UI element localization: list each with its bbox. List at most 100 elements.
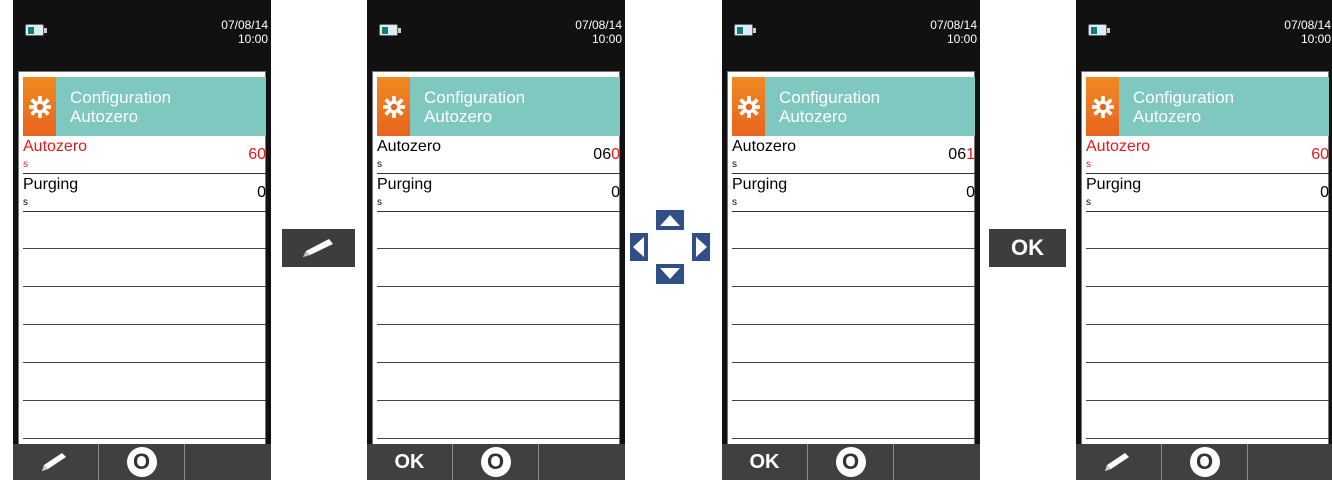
active-digit: 1 [966, 146, 975, 163]
edit-softkey[interactable] [1076, 444, 1162, 480]
blank-softkey[interactable] [185, 444, 271, 480]
device-screen-3: 07/08/14 10:00 Configuration Autozero Au… [722, 0, 980, 480]
power-icon: O [126, 447, 157, 477]
row-unit: s [377, 159, 382, 170]
menu-header: Configuration Autozero [23, 77, 266, 136]
row-label: Autozero [732, 138, 797, 155]
parameter-row-autozero[interactable]: Autozero s 061 [732, 138, 975, 174]
parameter-row-purging[interactable]: Purging s 0 [377, 176, 620, 212]
divider [23, 286, 266, 287]
power-icon: O [835, 447, 866, 477]
power-softkey[interactable]: O [99, 444, 185, 480]
edit-softkey[interactable] [13, 444, 99, 480]
row-value: 0 [611, 184, 620, 201]
softkey-bar: OK O [722, 444, 980, 480]
divider [377, 438, 620, 439]
parameter-row-purging[interactable]: Purging s 0 [23, 176, 266, 212]
row-label: Autozero [377, 138, 442, 155]
pencil-icon [41, 453, 66, 471]
date: 07/08/14 [575, 18, 622, 32]
row-value[interactable]: 061 [948, 146, 975, 164]
divider [377, 400, 620, 401]
power-softkey[interactable]: O [808, 444, 894, 480]
parameter-row-purging[interactable]: Purging s 0 [732, 176, 975, 212]
divider [1086, 362, 1329, 363]
device-screen-1: 07/08/14 10:00 Configuration Autozero Au… [13, 0, 271, 480]
datetime: 07/08/14 10:00 [1284, 18, 1331, 46]
softkey-bar: O [13, 444, 271, 480]
device-screen-2: 07/08/14 10:00 Configuration Autozero Au… [367, 0, 625, 480]
menu-panel: Configuration Autozero Autozero s 060 Pu… [372, 71, 620, 480]
battery-icon [25, 24, 47, 36]
time: 10:00 [237, 32, 268, 46]
row-label: Autozero [1086, 138, 1151, 155]
dpad-icon[interactable] [624, 207, 716, 287]
row-value: 0 [257, 184, 266, 201]
divider [1086, 286, 1329, 287]
time: 10:00 [1300, 32, 1331, 46]
date: 07/08/14 [930, 18, 977, 32]
menu-header: Configuration Autozero [732, 77, 975, 136]
divider [377, 286, 620, 287]
divider [732, 248, 975, 249]
power-icon: O [1189, 447, 1220, 477]
menu-panel: Configuration Autozero Autozero s 061 Pu… [727, 71, 975, 480]
row-unit: s [1086, 159, 1091, 170]
row-unit: s [732, 197, 737, 208]
row-label: Purging [377, 176, 433, 193]
row-value: 0 [1320, 184, 1329, 201]
blank-softkey[interactable] [1248, 444, 1332, 480]
power-softkey[interactable]: O [453, 444, 539, 480]
blank-softkey[interactable] [539, 444, 625, 480]
datetime: 07/08/14 10:00 [930, 18, 977, 46]
gear-icon [23, 77, 56, 136]
softkey-bar: OK O [367, 444, 625, 480]
row-label: Autozero [23, 138, 88, 155]
divider [732, 438, 975, 439]
active-digit: 0 [611, 146, 620, 163]
datetime: 07/08/14 10:00 [221, 18, 268, 46]
divider [23, 438, 266, 439]
divider [23, 324, 266, 325]
ok-key[interactable]: OK [989, 229, 1066, 267]
ok-softkey[interactable]: OK [367, 444, 453, 480]
divider [732, 324, 975, 325]
parameter-row-autozero[interactable]: Autozero s 060 [377, 138, 620, 174]
power-icon: O [480, 447, 511, 477]
divider [23, 362, 266, 363]
divider [377, 248, 620, 249]
parameter-row-purging[interactable]: Purging s 0 [1086, 176, 1329, 212]
row-unit: s [1086, 197, 1091, 208]
divider [732, 400, 975, 401]
pencil-icon [302, 239, 333, 257]
row-unit: s [23, 197, 28, 208]
divider [377, 324, 620, 325]
divider [732, 362, 975, 363]
row-value[interactable]: 060 [593, 146, 620, 164]
row-value: 60 [248, 146, 266, 163]
divider [377, 362, 620, 363]
divider [23, 248, 266, 249]
battery-icon [734, 24, 756, 36]
device-screen-4: 07/08/14 10:00 Configuration Autozero Au… [1076, 0, 1332, 480]
blank-softkey[interactable] [894, 444, 980, 480]
row-unit: s [732, 159, 737, 170]
ok-softkey[interactable]: OK [722, 444, 808, 480]
parameter-row-autozero[interactable]: Autozero s 60 [23, 138, 266, 174]
battery-icon [1088, 24, 1110, 36]
parameter-row-autozero[interactable]: Autozero s 60 [1086, 138, 1329, 174]
divider [732, 286, 975, 287]
divider [23, 400, 266, 401]
row-label: Purging [1086, 176, 1142, 193]
gear-icon [732, 77, 765, 136]
row-label: Purging [732, 176, 788, 193]
menu-header: Configuration Autozero [377, 77, 620, 136]
menu-title: Configuration Autozero [424, 88, 526, 126]
menu-panel: Configuration Autozero Autozero s 60 Pur… [18, 71, 266, 480]
menu-panel: Configuration Autozero Autozero s 60 Pur… [1081, 71, 1329, 480]
menu-title: Configuration Autozero [1133, 88, 1235, 126]
gear-icon [377, 77, 410, 136]
edit-key[interactable] [282, 229, 355, 267]
power-softkey[interactable]: O [1162, 444, 1248, 480]
datetime: 07/08/14 10:00 [575, 18, 622, 46]
